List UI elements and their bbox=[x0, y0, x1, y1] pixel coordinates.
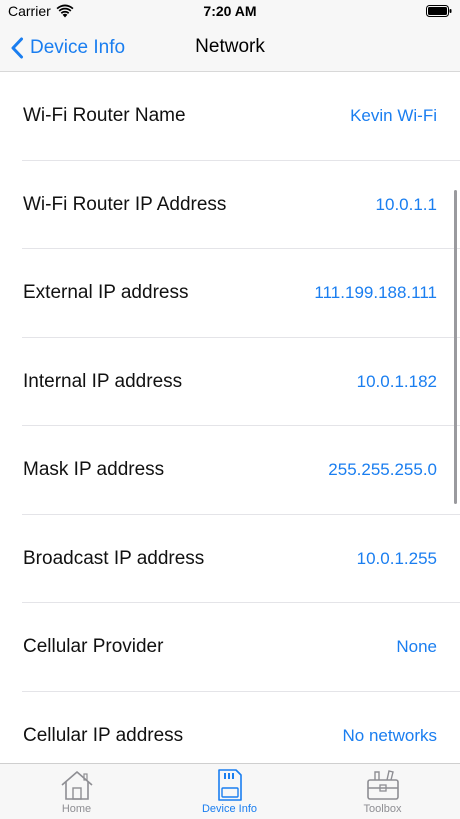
page-title: Network bbox=[195, 36, 265, 57]
tab-toolbox[interactable]: Toolbox bbox=[306, 764, 459, 819]
tab-home[interactable]: Home bbox=[0, 764, 153, 819]
row-value: 10.0.1.182 bbox=[356, 371, 437, 391]
row-value: 10.0.1.1 bbox=[375, 194, 437, 214]
list-item[interactable]: Mask IP address 255.255.255.0 bbox=[0, 426, 460, 515]
tab-device-info[interactable]: Device Info bbox=[153, 764, 306, 819]
list-item[interactable]: External IP address 111.199.188.111 bbox=[0, 249, 460, 338]
toolbox-icon bbox=[366, 770, 399, 800]
row-label: Wi-Fi Router IP Address bbox=[23, 193, 227, 215]
row-label: External IP address bbox=[23, 282, 189, 304]
list-item[interactable]: Broadcast IP address 10.0.1.255 bbox=[0, 515, 460, 604]
network-info-list[interactable]: Wi-Fi Router Name Kevin Wi-Fi Wi-Fi Rout… bbox=[0, 72, 460, 763]
row-value: 10.0.1.255 bbox=[356, 548, 437, 568]
status-time: 7:20 AM bbox=[203, 3, 257, 19]
row-label: Internal IP address bbox=[23, 370, 183, 392]
list-item[interactable]: Wi-Fi Router Name Kevin Wi-Fi bbox=[0, 72, 460, 161]
scrollbar[interactable] bbox=[454, 190, 457, 504]
row-label: Broadcast IP address bbox=[23, 547, 205, 569]
battery-icon bbox=[426, 5, 452, 17]
tab-label: Device Info bbox=[201, 803, 258, 815]
list-item[interactable]: Internal IP address 10.0.1.182 bbox=[0, 338, 460, 427]
list-item[interactable]: Cellular Provider None bbox=[0, 603, 460, 692]
tab-label: Toolbox bbox=[363, 803, 402, 815]
tab-bar: Home Device Info Toolbox bbox=[0, 763, 460, 819]
row-value: Kevin Wi-Fi bbox=[350, 106, 437, 126]
sd-card-icon bbox=[217, 769, 242, 801]
row-value: None bbox=[396, 637, 437, 657]
list-item[interactable]: Cellular IP address No networks bbox=[0, 692, 460, 764]
row-label: Cellular IP address bbox=[23, 724, 184, 746]
row-label: Wi-Fi Router Name bbox=[23, 105, 186, 127]
status-bar: Carrier 7:20 AM bbox=[0, 0, 460, 24]
row-label: Mask IP address bbox=[23, 459, 165, 481]
row-value: No networks bbox=[342, 725, 437, 745]
home-icon bbox=[60, 771, 93, 800]
row-value: 255.255.255.0 bbox=[328, 460, 437, 480]
navigation-bar: Device Info Network bbox=[0, 24, 460, 72]
row-value: 111.199.188.111 bbox=[314, 283, 437, 303]
tab-label: Home bbox=[61, 803, 92, 815]
row-label: Cellular Provider bbox=[23, 636, 164, 658]
list-item[interactable]: Wi-Fi Router IP Address 10.0.1.1 bbox=[0, 161, 460, 250]
